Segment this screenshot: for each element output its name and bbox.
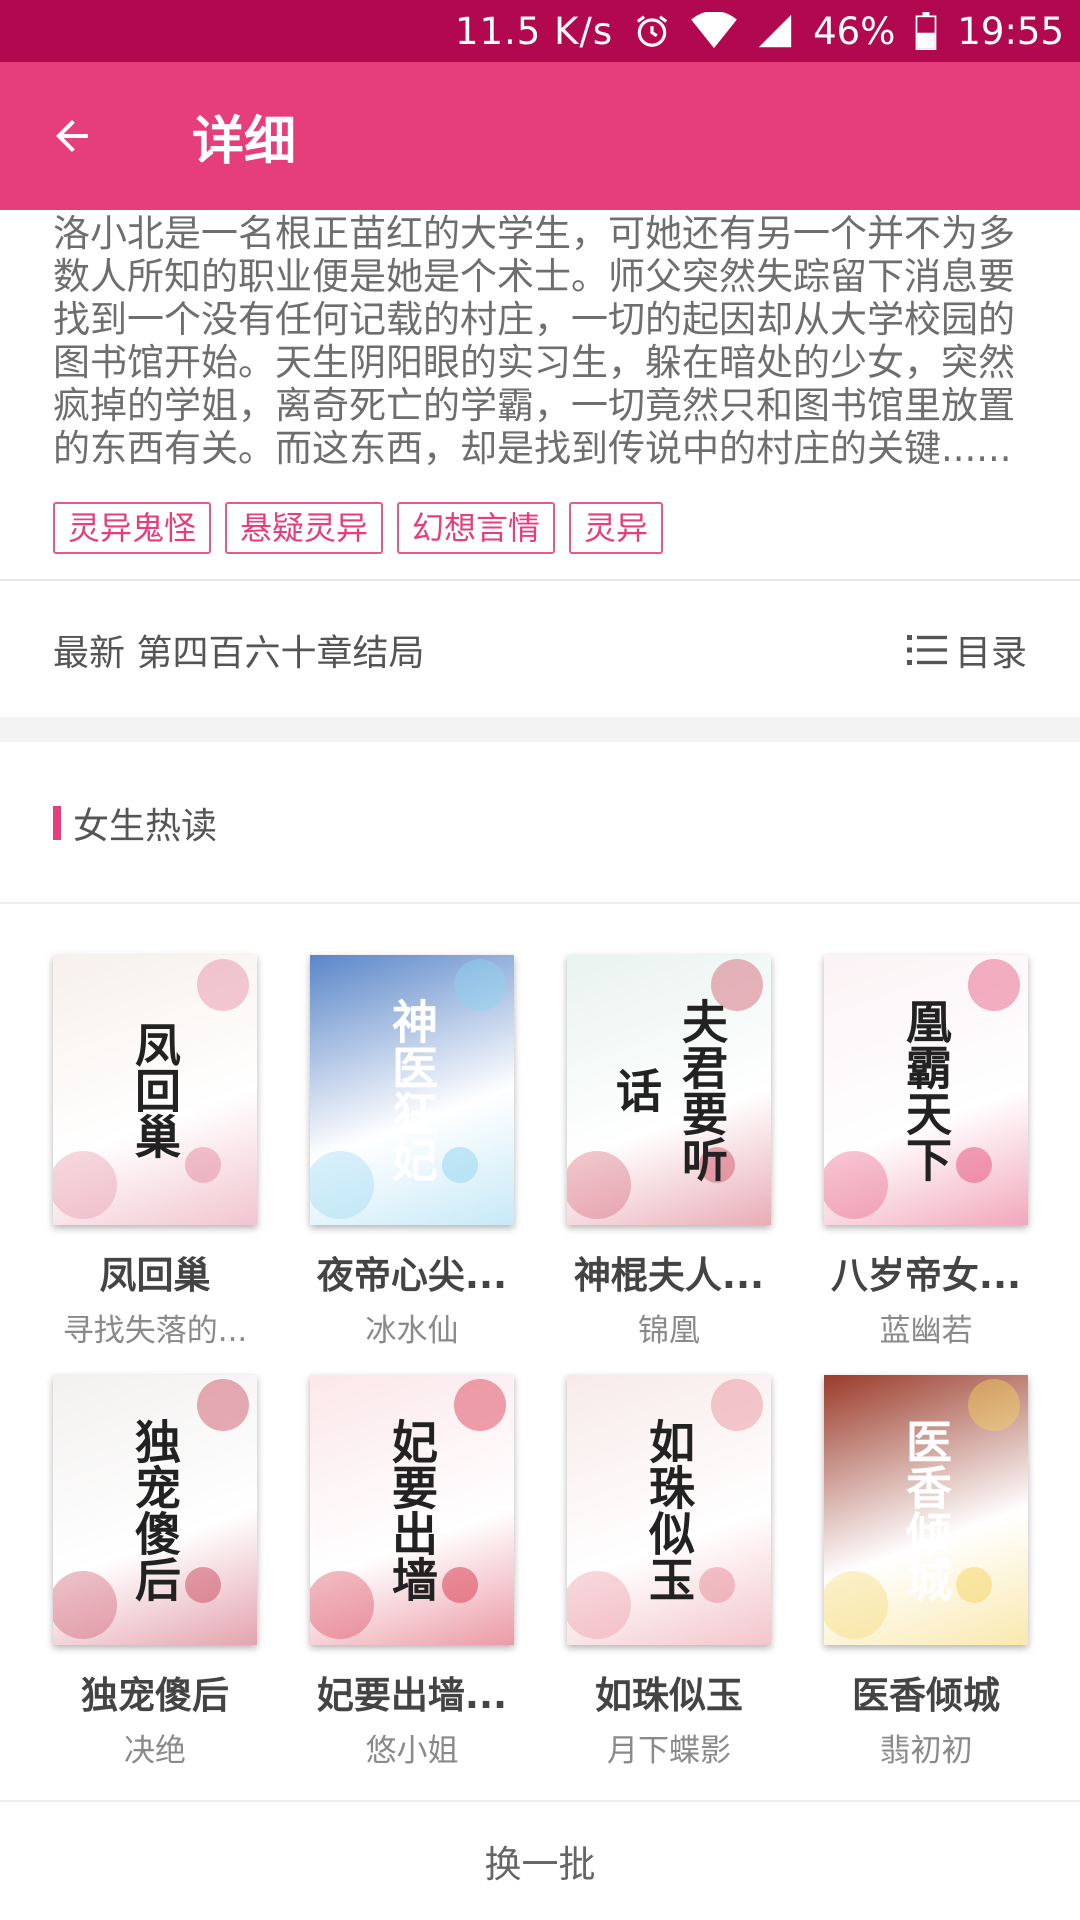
book-title[interactable]: 凤回巢 bbox=[100, 1245, 211, 1299]
book-card[interactable]: 凤回巢 凤回巢 寻找失落的... bbox=[53, 955, 257, 1350]
back-button[interactable] bbox=[12, 62, 132, 210]
latest-chapter[interactable]: 最新 第四百六十章结局 bbox=[53, 624, 424, 676]
clock: 19:55 bbox=[957, 9, 1064, 53]
tag[interactable]: 灵异鬼怪 bbox=[53, 502, 212, 554]
cover-title: 凰霸天下 bbox=[899, 998, 953, 1182]
book-author: 悠小姐 bbox=[365, 1733, 459, 1769]
section-gap bbox=[0, 717, 1080, 742]
cover-title: 妃要出墙 bbox=[385, 1418, 439, 1602]
book-card[interactable]: 独宠傻后 独宠傻后 决绝 bbox=[53, 1375, 257, 1770]
book-cover[interactable]: 独宠傻后 bbox=[53, 1375, 257, 1645]
toc-label: 目录 bbox=[954, 632, 1027, 674]
book-title[interactable]: 如珠似玉 bbox=[595, 1665, 743, 1719]
book-grid: 凤回巢 凤回巢 寻找失落的... 神医狂妃 夜帝心尖... 冰水仙 夫君要听话 神棍夫人...… bbox=[53, 955, 1033, 1770]
book-author: 决绝 bbox=[124, 1733, 186, 1769]
app-bar: 详细 bbox=[0, 62, 1080, 210]
book-card[interactable]: 夫君要听话神棍夫人... 锦凰 bbox=[567, 955, 771, 1350]
book-cover[interactable]: 如珠似玉 bbox=[567, 1375, 771, 1645]
divider bbox=[0, 579, 1080, 581]
alarm-icon bbox=[633, 12, 671, 50]
book-author: 月下蝶影 bbox=[607, 1733, 731, 1769]
book-cover[interactable]: 凤回巢 bbox=[53, 955, 257, 1225]
book-cover[interactable]: 凰霸天下 bbox=[824, 955, 1028, 1225]
book-author: 锦凰 bbox=[638, 1313, 700, 1349]
book-card[interactable]: 神医狂妃夜帝心尖... 冰水仙 bbox=[310, 955, 514, 1350]
divider bbox=[0, 902, 1080, 904]
refresh-batch-button[interactable]: 换一批 bbox=[0, 1802, 1080, 1920]
tag[interactable]: 灵异 bbox=[569, 502, 664, 554]
book-cover[interactable]: 神医狂妃 bbox=[310, 955, 514, 1225]
list-icon bbox=[906, 634, 947, 665]
page-title: 详细 bbox=[192, 111, 297, 172]
book-author: 寻找失落的... bbox=[62, 1313, 248, 1349]
cover-title: 如珠似玉 bbox=[642, 1418, 696, 1602]
book-card[interactable]: 如珠似玉 如珠似玉 月下蝶影 bbox=[567, 1375, 771, 1770]
book-title[interactable]: 神棍夫人... bbox=[574, 1245, 764, 1299]
book-cover[interactable]: 夫君要听话 bbox=[567, 955, 771, 1225]
tag-list: 灵异鬼怪 悬疑灵异 幻想言情 灵异 bbox=[53, 502, 677, 554]
book-author: 冰水仙 bbox=[365, 1313, 459, 1349]
book-title[interactable]: 夜帝心尖... bbox=[317, 1245, 507, 1299]
tag[interactable]: 幻想言情 bbox=[397, 502, 556, 554]
book-title[interactable]: 医香倾城 bbox=[852, 1665, 1000, 1719]
cover-title: 夫君要听话 bbox=[609, 998, 729, 1182]
book-author: 翡初初 bbox=[879, 1733, 973, 1769]
book-card[interactable]: 凰霸天下八岁帝女... 蓝幽若 bbox=[824, 955, 1028, 1350]
book-author: 蓝幽若 bbox=[879, 1313, 973, 1349]
wifi-icon bbox=[691, 12, 737, 50]
section-title: 女生热读 bbox=[73, 806, 218, 847]
cover-title: 凤回巢 bbox=[128, 1021, 182, 1159]
net-speed: 11.5 K/s bbox=[454, 9, 614, 53]
book-card[interactable]: 医香倾城 医香倾城 翡初初 bbox=[824, 1375, 1028, 1770]
status-bar: 11.5 K/s 46% 19:55 bbox=[0, 0, 1080, 62]
tag[interactable]: 悬疑灵异 bbox=[225, 502, 384, 554]
cover-title: 独宠傻后 bbox=[128, 1418, 182, 1602]
book-cover[interactable]: 妃要出墙 bbox=[310, 1375, 514, 1645]
book-title[interactable]: 独宠傻后 bbox=[81, 1665, 229, 1719]
cover-title: 神医狂妃 bbox=[385, 998, 439, 1182]
battery-icon bbox=[915, 12, 937, 50]
book-card[interactable]: 妃要出墙妃要出墙... 悠小姐 bbox=[310, 1375, 514, 1770]
signal-icon bbox=[757, 12, 793, 50]
book-title[interactable]: 妃要出墙... bbox=[317, 1665, 507, 1719]
latest-chapter-row[interactable]: 最新 第四百六十章结局 目录 bbox=[0, 582, 1080, 717]
battery-percent: 46% bbox=[813, 9, 896, 53]
arrow-left-icon bbox=[56, 120, 88, 152]
book-description: 洛小北是一名根正苗红的大学生，可她还有另一个并不为多数人所知的职业便是她是个术士… bbox=[53, 212, 1015, 470]
book-cover[interactable]: 医香倾城 bbox=[824, 1375, 1028, 1645]
section-header: 女生热读 bbox=[53, 800, 218, 847]
section-accent-bar bbox=[53, 806, 61, 840]
toc-button[interactable]: 目录 bbox=[906, 624, 1027, 676]
book-title[interactable]: 八岁帝女... bbox=[831, 1245, 1021, 1299]
cover-title: 医香倾城 bbox=[899, 1418, 953, 1602]
